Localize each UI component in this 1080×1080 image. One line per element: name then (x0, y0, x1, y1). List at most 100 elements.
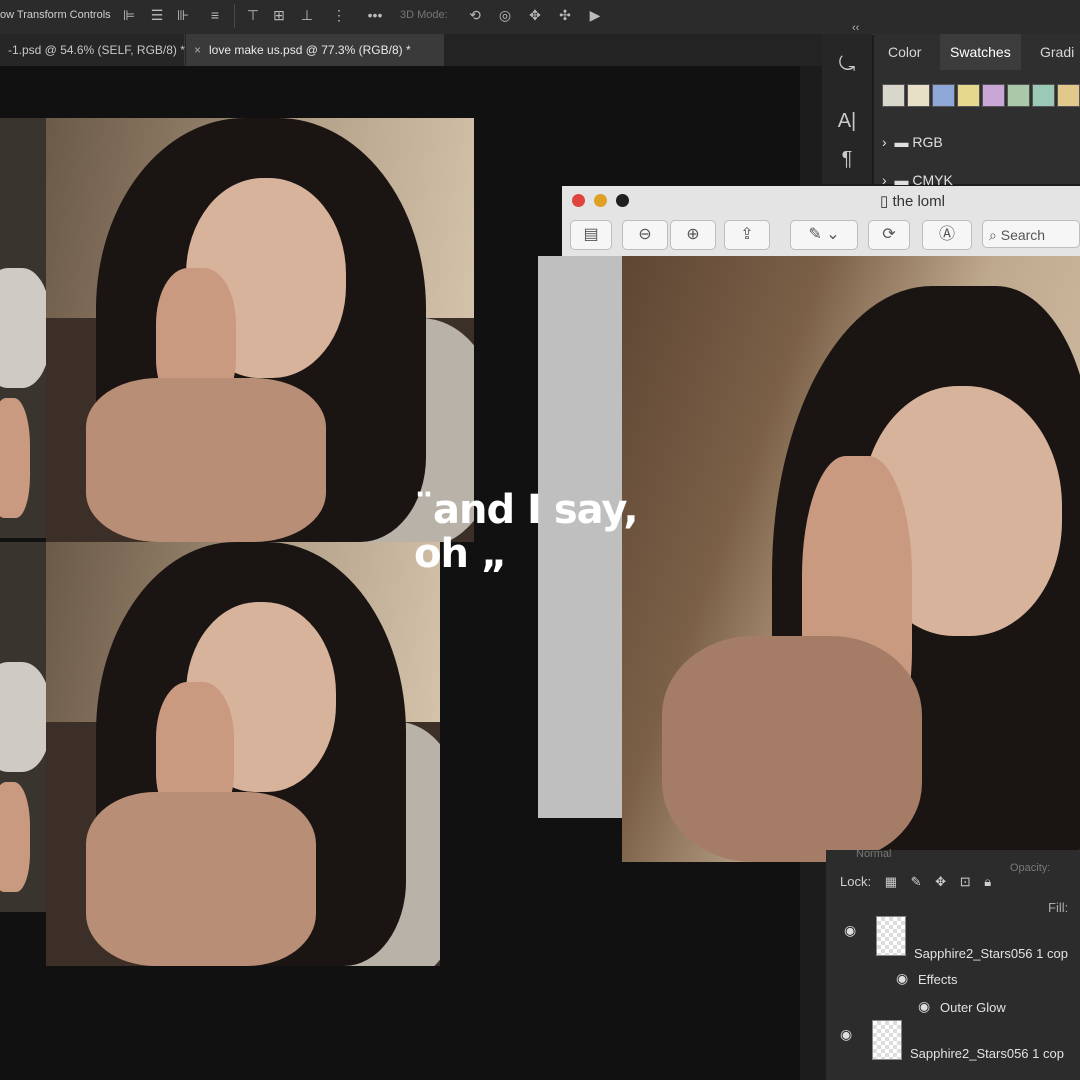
search-placeholder: Search (1000, 227, 1046, 243)
share-icon: ⇪ (740, 226, 754, 243)
roll-icon[interactable]: ◎ (496, 6, 514, 24)
sidebar-icon: ▤ (583, 226, 599, 243)
align-top-icon[interactable]: ⊤ (244, 6, 262, 24)
partial-photo-bottom (0, 542, 46, 912)
3d-mode-label: 3D Mode: (400, 9, 448, 21)
pan-icon[interactable]: ✥ (526, 6, 544, 24)
color-swatch[interactable] (957, 84, 980, 107)
layer-thumbnail[interactable] (872, 1020, 902, 1060)
show-transform-controls-label[interactable]: ow Transform Controls (0, 9, 111, 21)
color-swatch[interactable] (1032, 84, 1055, 107)
partial-photo-top (0, 118, 46, 538)
rotate-icon: ⟳ (882, 226, 896, 243)
arm (0, 782, 30, 892)
lock-move-icon[interactable]: ✥ (935, 874, 946, 890)
annotate-button[interactable]: Ⓐ (922, 220, 972, 250)
shoulder (86, 378, 326, 542)
folder-label: RGB (912, 134, 943, 150)
markup-button[interactable]: ✎ ⌄ (790, 220, 858, 250)
color-swatch[interactable] (1007, 84, 1030, 107)
preview-photo-selfie (622, 256, 1080, 862)
history-icon[interactable]: ⤿ (834, 52, 860, 78)
layer-thumbnail[interactable] (876, 916, 906, 956)
zoom-window-button[interactable] (616, 194, 629, 207)
folder-rgb[interactable]: › ▬ RGB (882, 134, 943, 150)
align-center-icon[interactable]: ☰ (148, 6, 166, 24)
color-swatch[interactable] (982, 84, 1005, 107)
effects-eye-icon[interactable]: ◉ (896, 970, 908, 987)
window-title: ▯ the loml (880, 192, 945, 210)
shoulder (662, 636, 922, 862)
share-button[interactable]: ⇪ (724, 220, 770, 250)
fill-label: Fill: (1048, 900, 1069, 915)
separator (234, 4, 235, 28)
sidebar-toggle-button[interactable]: ▤ (570, 220, 612, 250)
color-swatch[interactable] (932, 84, 955, 107)
layer-name[interactable]: Sapphire2_Stars056 1 cop (910, 1046, 1064, 1061)
lock-brush-icon[interactable]: ✎ (911, 874, 922, 890)
tab-document-1[interactable]: -1.psd @ 54.6% (SELF, RGB/8) * (0, 34, 185, 66)
close-window-button[interactable] (572, 194, 585, 207)
blanket (0, 662, 46, 772)
layers-panel: Normal Opacity: Lock: ▦ ✎ ✥ ⊡ 🔒︎ Fill: ◉… (826, 848, 1080, 1080)
rotate-button[interactable]: ⟳ (868, 220, 910, 250)
paragraph-icon[interactable]: ¶ (834, 146, 860, 172)
tab-swatches[interactable]: Swatches (940, 34, 1021, 70)
caption-line-2: oh „ (414, 531, 507, 577)
color-swatch[interactable] (1057, 84, 1080, 107)
lock-all-icon[interactable]: 🔒︎ (984, 874, 991, 890)
distribute-vertical-icon[interactable]: ⋮ (330, 6, 348, 24)
shoulder (86, 792, 316, 966)
zoom-out-icon: ⊖ (638, 226, 652, 243)
blanket (0, 268, 46, 388)
tab-love-make-us[interactable]: × love make us.psd @ 77.3% (RGB/8) * (186, 34, 444, 66)
photo-selfie-bottom (46, 542, 440, 966)
orbit-icon[interactable]: ⟲ (466, 6, 484, 24)
panel-tool-strip: ⤿ A| ¶ (822, 34, 872, 184)
effects-label[interactable]: Effects (918, 972, 958, 987)
minimize-window-button[interactable] (594, 194, 607, 207)
lock-transparent-icon[interactable]: ▦ (885, 874, 897, 890)
search-field[interactable]: ⌕ Search (982, 220, 1080, 248)
visibility-eye-icon[interactable]: ◉ (840, 1026, 852, 1043)
opacity-label: Opacity: (1010, 862, 1051, 874)
lock-artboard-icon[interactable]: ⊡ (960, 874, 971, 890)
document-tab-bar: -1.psd @ 54.6% (SELF, RGB/8) * × love mak… (0, 34, 830, 66)
character-icon[interactable]: A| (834, 108, 860, 134)
collapse-panels-icon[interactable]: ‹‹ (852, 22, 859, 34)
tab-color[interactable]: Color (888, 34, 921, 70)
document-icon: ▯ (880, 193, 889, 210)
tab-label: love make us.psd @ 77.3% (RGB/8) * (209, 43, 411, 57)
preview-window-toolbar: ▯ the loml ▤ ⊖ ⊕ ⇪ ✎ ⌄ ⟳ Ⓐ ⌕ Search (562, 186, 1080, 256)
slide-icon[interactable]: ✣ (556, 6, 574, 24)
video-camera-icon[interactable]: ▶ (586, 6, 604, 24)
distribute-icon[interactable]: ≡ (206, 6, 224, 24)
zoom-out-button[interactable]: ⊖ (622, 220, 668, 250)
recent-swatches (882, 84, 1080, 108)
close-icon[interactable]: × (194, 43, 201, 57)
tab-gradients[interactable]: Gradi (1040, 34, 1074, 70)
align-middle-icon[interactable]: ⊞ (270, 6, 288, 24)
color-swatch[interactable] (907, 84, 930, 107)
more-options-icon[interactable]: ••• (366, 6, 384, 24)
outer-glow-label[interactable]: Outer Glow (940, 1000, 1006, 1015)
color-swatch[interactable] (882, 84, 905, 107)
align-bottom-icon[interactable]: ⊥ (298, 6, 316, 24)
tab-label: -1.psd @ 54.6% (SELF, RGB/8) * (8, 43, 185, 57)
caption-line-1: ¨and I say, (414, 487, 639, 533)
swatches-panel: Color Swatches Gradi › ▬ RGB › ▬ CMYK (874, 34, 1080, 188)
photo-selfie-top (46, 118, 474, 542)
visibility-eye-icon[interactable]: ◉ (844, 922, 856, 939)
blend-mode-label[interactable]: Normal (856, 848, 891, 860)
lock-label: Lock: (840, 874, 872, 889)
lock-row: Lock: ▦ ✎ ✥ ⊡ 🔒︎ (840, 874, 991, 890)
pen-icon: ✎ ⌄ (808, 226, 840, 243)
annotate-icon: Ⓐ (938, 226, 955, 243)
folder-icon: ▬ (894, 134, 909, 150)
layer-name[interactable]: Sapphire2_Stars056 1 cop (914, 946, 1068, 961)
zoom-in-button[interactable]: ⊕ (670, 220, 716, 250)
align-right-icon[interactable]: ⊪ (174, 6, 192, 24)
caption-text: ¨and I say, oh „ (414, 487, 639, 577)
align-left-icon[interactable]: ⊫ (120, 6, 138, 24)
outer-glow-eye-icon[interactable]: ◉ (918, 998, 930, 1015)
